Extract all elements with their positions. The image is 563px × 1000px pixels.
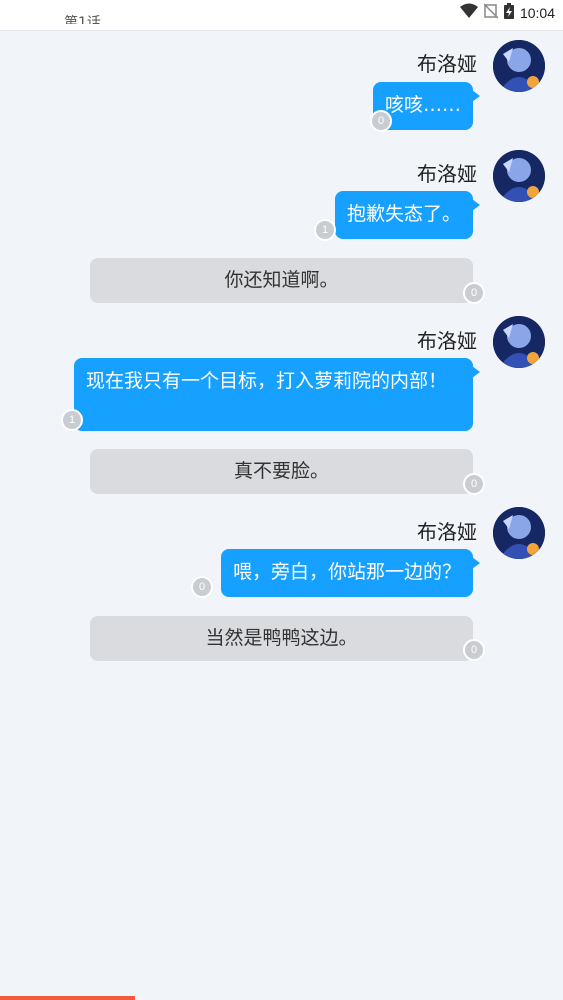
comment-count-badge[interactable]: 0 (463, 282, 485, 304)
speaker-name: 布洛娅 (417, 52, 477, 76)
previous-chapter-title: 第1话 (64, 15, 101, 24)
narration-bubble[interactable]: 你还知道啊。 (90, 258, 473, 303)
avatar[interactable] (493, 40, 545, 92)
comment-count-badge[interactable]: 1 (61, 409, 83, 431)
wifi-icon (459, 3, 478, 23)
message-bubble[interactable]: 喂，旁白，你站那一边的？ (220, 549, 481, 597)
narration-bubble[interactable]: 真不要脸。 (90, 449, 473, 494)
comment-count-badge[interactable]: 1 (314, 219, 336, 241)
speaker-name: 布洛娅 (417, 520, 477, 544)
battery-charging-icon (503, 3, 514, 23)
message-bubble[interactable]: 现在我只有一个目标，打入萝莉院的内部！ (74, 358, 480, 431)
speaker-name: 布洛娅 (417, 329, 477, 353)
narration-bubble[interactable]: 当然是鸭鸭这边。 (90, 616, 473, 661)
comment-count-badge[interactable]: 0 (463, 639, 485, 661)
avatar[interactable] (493, 507, 545, 559)
status-icons: 10:04 (459, 3, 555, 23)
clock-time: 10:04 (519, 5, 555, 21)
speaker-name: 布洛娅 (417, 162, 477, 186)
avatar[interactable] (493, 150, 545, 202)
avatar[interactable] (493, 316, 545, 368)
reading-progress-bar (0, 996, 135, 1000)
comment-count-badge[interactable]: 0 (191, 576, 213, 598)
comment-count-badge[interactable]: 0 (370, 110, 392, 132)
no-signal-icon (483, 3, 499, 23)
message-bubble[interactable]: 抱歉失态了。 (334, 191, 481, 239)
status-bar: 第1话 10:04 (0, 0, 563, 31)
comment-count-badge[interactable]: 0 (463, 473, 485, 495)
